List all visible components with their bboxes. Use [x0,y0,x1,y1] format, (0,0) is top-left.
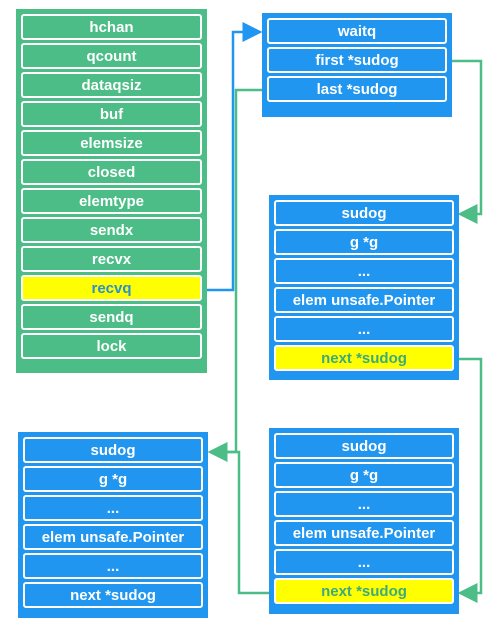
last-to-bottom-left-sudog-arrow [207,88,266,462]
field-sendx: sendx [21,217,202,243]
field-elem-unsafe-pointer: elem unsafe.Pointer [274,520,454,546]
sudog-middle: sudog g *g... elem unsafe.Pointer... next *… [269,195,459,380]
field-: ... [274,491,454,517]
field-elem-unsafe-pointer: elem unsafe.Pointer [23,524,203,550]
field-sendq: sendq [21,304,202,330]
field-elem-unsafe-pointer: elem unsafe.Pointer [274,287,454,313]
field-waitq: waitq [267,18,447,44]
bottom-right-next-to-bottom-left-arrow [210,450,270,595]
first-to-middle-sudog-arrow [450,59,483,224]
field-g-g: g *g [23,466,203,492]
middle-next-to-bottom-right-arrow [457,357,483,603]
field-g-g: g *g [274,462,454,488]
field-hchan: hchan [21,14,202,40]
field-closed: closed [21,159,202,185]
field-: ... [274,258,454,284]
field-recvq: recvq [21,275,202,301]
hchan-struct: hchan qcount dataqsiz buf elemsize closed elem… [16,9,207,373]
field-g-g: g *g [274,229,454,255]
sudog-bottom-right: sudog g *g... elem unsafe.Pointer... next *… [269,428,459,614]
recvq-to-waitq-arrow [203,22,263,292]
field-sudog: sudog [274,433,454,459]
field-recvx: recvx [21,246,202,272]
field-: ... [23,495,203,521]
field-buf: buf [21,101,202,127]
field-dataqsiz: dataqsiz [21,72,202,98]
field-sudog: sudog [274,200,454,226]
field-lock: lock [21,333,202,359]
field-: ... [23,553,203,579]
field-elemtype: elemtype [21,188,202,214]
field-sudog: sudog [23,437,203,463]
field-next-sudog: next *sudog [274,578,454,604]
field-next-sudog: next *sudog [23,582,203,608]
field-: ... [274,316,454,342]
field-last-sudog: last *sudog [267,76,447,102]
field-qcount: qcount [21,43,202,69]
field-elemsize: elemsize [21,130,202,156]
field-next-sudog: next *sudog [274,345,454,371]
field-first-sudog: first *sudog [267,47,447,73]
waitq-struct: waitq first *sudog last *sudog [262,13,452,117]
field-: ... [274,549,454,575]
sudog-bottom-left: sudog g *g... elem unsafe.Pointer... next *… [18,432,208,618]
